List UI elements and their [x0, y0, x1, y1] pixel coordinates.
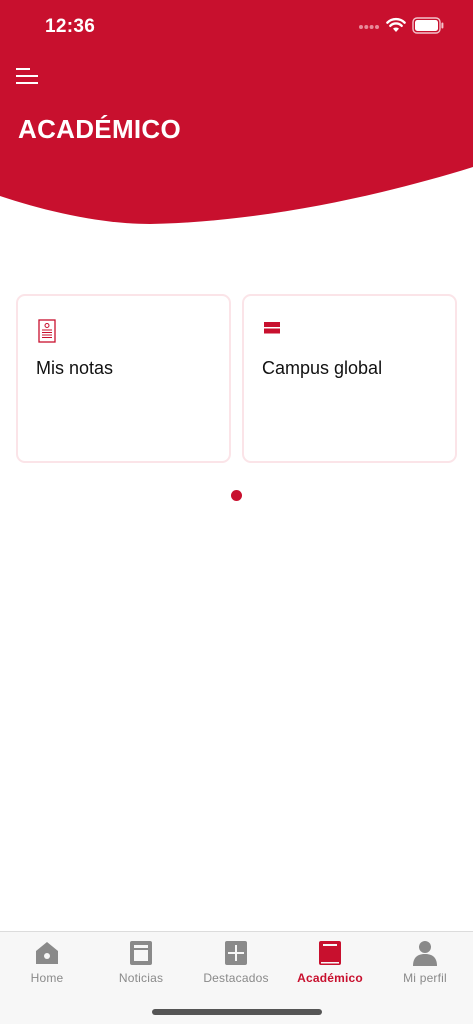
- status-bar: 12:36: [0, 0, 473, 54]
- tab-label: Académico: [297, 971, 363, 985]
- tab-label: Noticias: [118, 971, 164, 985]
- card-label: Campus global: [262, 358, 383, 378]
- tab-bar: Home Noticias Destacados Académico Mi pe…: [0, 931, 473, 1024]
- tab-label: Destacados: [203, 971, 269, 985]
- news-icon: [130, 941, 152, 965]
- plus-icon: [225, 941, 247, 965]
- tab-label: Home: [30, 971, 64, 985]
- card-label: Mis notas: [36, 358, 114, 378]
- menu-button[interactable]: [14, 64, 44, 88]
- page-title: ACADÉMICO: [18, 114, 182, 144]
- mis-notas-card[interactable]: Mis notas: [16, 294, 231, 463]
- book-icon: [319, 941, 341, 965]
- wifi-icon: [386, 17, 406, 32]
- tab-label: Mi perfil: [403, 971, 447, 985]
- cellular-signal-icon: [359, 25, 379, 29]
- pagination-dot[interactable]: [231, 490, 242, 501]
- home-icon: [36, 942, 58, 964]
- campus-stack-icon: [264, 322, 280, 334]
- status-time: 12:36: [45, 16, 96, 37]
- campus-global-card[interactable]: Campus global: [242, 294, 457, 463]
- tab-noticias[interactable]: Noticias: [94, 932, 188, 992]
- tab-academico[interactable]: Académico: [283, 932, 377, 992]
- battery-icon: [412, 17, 444, 34]
- hamburger-menu-icon: [16, 68, 38, 84]
- tab-mi-perfil[interactable]: Mi perfil: [378, 932, 472, 992]
- tab-destacados[interactable]: Destacados: [189, 932, 283, 992]
- tab-home[interactable]: Home: [0, 932, 94, 992]
- grades-document-icon: [38, 319, 56, 343]
- user-icon: [413, 941, 437, 966]
- home-indicator: [152, 1009, 322, 1015]
- card-carousel: Mis notas Campus global: [16, 294, 457, 464]
